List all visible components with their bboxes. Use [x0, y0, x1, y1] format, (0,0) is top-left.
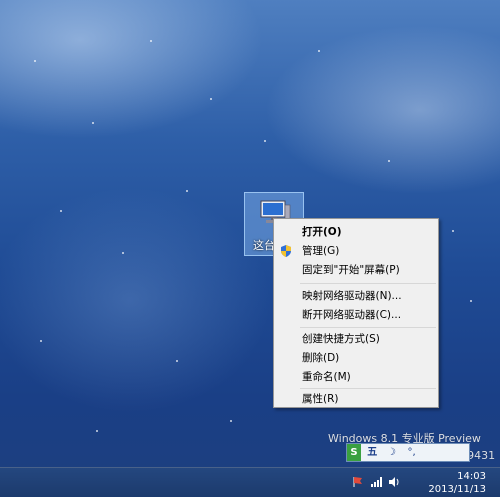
star — [230, 420, 232, 422]
star — [388, 160, 390, 162]
clock-date: 2013/11/13 — [428, 484, 486, 495]
star — [150, 40, 152, 42]
taskbar-clock[interactable]: 14:03 2013/11/13 — [428, 470, 486, 496]
desktop: 这台电脑 打开(O) 管理(G) 固定到"开始"屏幕(P) 映射网络驱动器(N)… — [0, 0, 500, 497]
star — [186, 190, 188, 192]
ime-toolbar[interactable]: S 五 ☽ °, — [346, 443, 470, 462]
star — [176, 360, 178, 362]
menu-item-create-shortcut[interactable]: 创建快捷方式(S) — [274, 330, 438, 348]
ime-punct-toggle[interactable]: °, — [403, 444, 421, 461]
uac-shield-icon — [281, 245, 291, 257]
star — [40, 340, 42, 342]
menu-separator — [300, 388, 436, 389]
star — [452, 230, 454, 232]
star — [34, 60, 36, 62]
menu-separator — [300, 327, 436, 328]
taskbar: 14:03 2013/11/13 — [0, 467, 500, 497]
menu-item-properties[interactable]: 属性(R) — [274, 390, 438, 408]
action-center-flag-icon[interactable] — [352, 476, 364, 488]
star — [210, 98, 212, 100]
menu-separator — [300, 283, 436, 284]
ime-width-toggle[interactable]: ☽ — [383, 444, 399, 461]
menu-item-pin-to-start[interactable]: 固定到"开始"屏幕(P) — [274, 261, 438, 279]
menu-item-manage[interactable]: 管理(G) — [274, 242, 438, 260]
network-icon[interactable] — [370, 476, 382, 488]
star — [318, 50, 320, 52]
star — [60, 210, 62, 212]
menu-item-delete[interactable]: 删除(D) — [274, 349, 438, 367]
star — [96, 430, 98, 432]
star — [264, 140, 266, 142]
star — [122, 252, 124, 254]
star — [470, 300, 472, 302]
star — [92, 122, 94, 124]
ime-mode-button[interactable]: 五 — [364, 444, 380, 461]
ime-lang-indicator[interactable]: S — [347, 444, 361, 461]
clock-time: 14:03 — [457, 471, 486, 482]
menu-item-disconnect-network-drive[interactable]: 断开网络驱动器(C)... — [274, 306, 438, 324]
menu-item-open[interactable]: 打开(O) — [274, 223, 438, 241]
volume-icon[interactable] — [388, 476, 400, 488]
menu-item-rename[interactable]: 重命名(M) — [274, 368, 438, 386]
menu-item-manage-label: 管理(G) — [302, 245, 340, 257]
menu-item-map-network-drive[interactable]: 映射网络驱动器(N)... — [274, 287, 438, 305]
context-menu: 打开(O) 管理(G) 固定到"开始"屏幕(P) 映射网络驱动器(N)... 断… — [273, 218, 439, 408]
